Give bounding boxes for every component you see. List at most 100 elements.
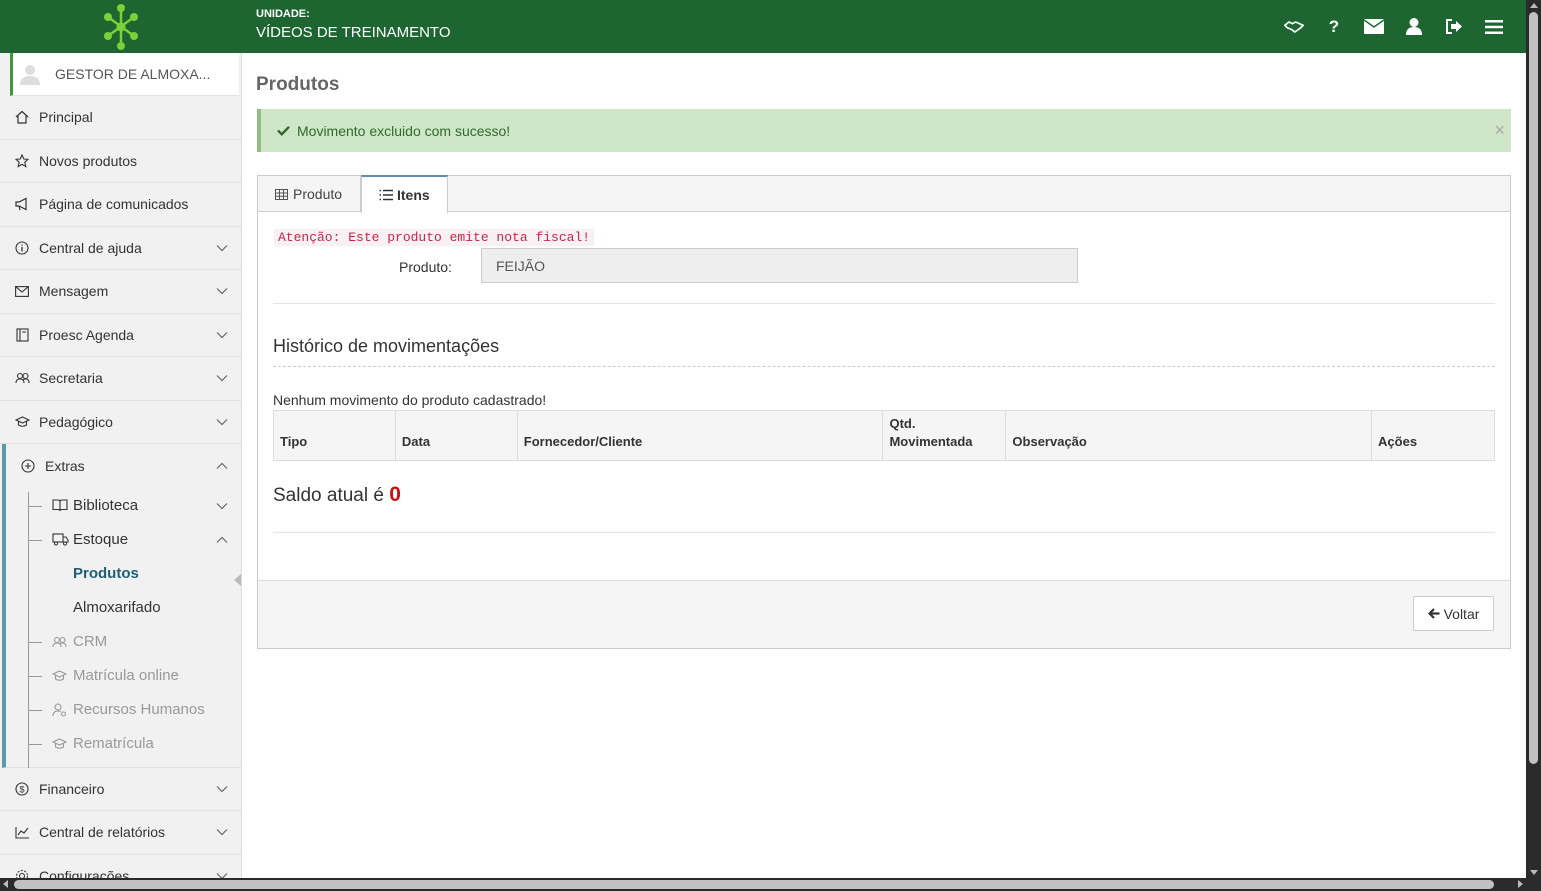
scroll-down-icon[interactable] xyxy=(1530,870,1538,875)
arrow-left-icon xyxy=(1427,608,1440,619)
table-icon xyxy=(275,188,289,200)
sidebar-item-central-ajuda[interactable]: Central de ajuda xyxy=(0,227,241,270)
tab-label: Itens xyxy=(397,187,430,203)
home-icon xyxy=(14,109,30,125)
vertical-scrollbar[interactable] xyxy=(1526,0,1541,878)
sidebar-item-pedagogico[interactable]: Pedagógico xyxy=(0,401,241,444)
sidebar-subitem-produtos[interactable]: Produtos xyxy=(6,557,241,591)
scroll-left-icon[interactable] xyxy=(3,880,8,888)
column-header[interactable]: Fornecedor/Cliente xyxy=(516,410,884,461)
product-panel: Produto Itens Atenção: Este produto emit… xyxy=(257,175,1511,649)
sidebar-item-label: Principal xyxy=(39,109,93,126)
tab-label: Produto xyxy=(293,186,343,202)
sidebar-item-novos-produtos[interactable]: Novos produtos xyxy=(0,140,241,183)
tab-produto[interactable]: Produto xyxy=(258,176,361,212)
scrollbar-thumb[interactable] xyxy=(1529,12,1538,764)
sidebar-subitem-rh[interactable]: Recursos Humanos xyxy=(6,693,241,727)
sidebar-item-label: Mensagem xyxy=(39,283,109,300)
alert-message: Movimento excluido com sucesso! xyxy=(297,122,511,139)
help-icon[interactable]: ? xyxy=(1324,17,1344,37)
sidebar-item-relatorios[interactable]: Central de relatórios xyxy=(0,811,241,855)
sidebar-item-label: Secretaria xyxy=(39,370,103,387)
logout-icon[interactable] xyxy=(1444,17,1464,37)
sidebar-item-comunicados[interactable]: Página de comunicados xyxy=(0,183,241,227)
voltar-button[interactable]: Voltar xyxy=(1413,596,1494,631)
scroll-right-icon[interactable] xyxy=(1518,880,1523,888)
sidebar-subitem-label: Matrícula online xyxy=(73,667,179,684)
column-header[interactable]: Data xyxy=(394,410,518,461)
main-content: Produtos Movimento excluido com sucesso!… xyxy=(242,53,1526,878)
sidebar-item-label: Financeiro xyxy=(39,780,105,797)
sidebar-item-mensagem[interactable]: Mensagem xyxy=(0,270,241,314)
chevron-down-icon xyxy=(216,502,228,509)
chevron-down-icon xyxy=(216,331,228,339)
tree-tick xyxy=(28,675,42,677)
tree-tick xyxy=(28,539,42,541)
column-header[interactable]: Observação xyxy=(1005,410,1373,461)
column-header[interactable]: Ações xyxy=(1371,410,1495,461)
sidebar-subitem-label: Rematrícula xyxy=(73,735,154,752)
plus-circle-icon xyxy=(20,458,36,474)
tree-tick xyxy=(28,709,42,711)
close-icon[interactable]: × xyxy=(1494,120,1505,141)
unit-info: UNIDADE: VÍDEOS DE TREINAMENTO xyxy=(256,8,450,41)
sidebar-subitem-rematricula[interactable]: Rematrícula xyxy=(6,727,241,761)
megaphone-icon xyxy=(14,196,30,212)
sidebar-item-label: Central de ajuda xyxy=(39,239,142,256)
chevron-down-icon xyxy=(216,288,228,295)
nota-fiscal-warning: Atenção: Este produto emite nota fiscal! xyxy=(274,229,595,246)
agenda-icon xyxy=(14,327,30,343)
sidebar-item-label: Novos produtos xyxy=(39,152,138,169)
scroll-up-icon[interactable] xyxy=(1530,3,1538,8)
person-gear-icon xyxy=(52,702,69,718)
sidebar-subitem-almoxarifado[interactable]: Almoxarifado xyxy=(6,591,241,625)
envelope-icon[interactable] xyxy=(1364,17,1384,37)
sidebar: GESTOR DE ALMOXA... Principal Novos prod… xyxy=(0,53,242,878)
sidebar-subitem-matricula[interactable]: Matrícula online xyxy=(6,659,241,693)
table-header-row: Tipo Data Fornecedor/Cliente Qtd. Movime… xyxy=(273,410,1495,461)
chevron-down-icon xyxy=(216,872,228,878)
user-profile[interactable]: GESTOR DE ALMOXA... xyxy=(10,53,239,96)
sidebar-subitem-estoque[interactable]: Estoque xyxy=(6,523,241,557)
sidebar-item-agenda[interactable]: Proesc Agenda xyxy=(0,314,241,357)
sidebar-subitem-crm[interactable]: CRM xyxy=(6,625,241,659)
sidebar-subitem-label: Estoque xyxy=(73,531,129,548)
sidebar-subitem-label: CRM xyxy=(73,633,108,650)
chart-icon xyxy=(14,824,30,840)
column-header[interactable]: Tipo xyxy=(273,410,396,461)
sidebar-item-secretaria[interactable]: Secretaria xyxy=(0,357,241,401)
sidebar-item-configuracoes[interactable]: Configurações xyxy=(0,855,241,878)
tab-itens[interactable]: Itens xyxy=(361,175,448,213)
svg-text:$: $ xyxy=(19,784,24,794)
chevron-up-icon xyxy=(216,536,228,543)
saldo-atual: Saldo atual é 0 xyxy=(273,483,401,507)
sidebar-item-financeiro[interactable]: $ Financeiro xyxy=(0,768,241,811)
extras-section: Extras Biblioteca Estoque Produtos Almox… xyxy=(2,444,241,768)
unit-value[interactable]: VÍDEOS DE TREINAMENTO xyxy=(256,24,450,41)
divider xyxy=(273,303,1495,304)
sidebar-item-extras[interactable]: Extras xyxy=(6,444,241,488)
page-title: Produtos xyxy=(256,74,340,95)
horizontal-scrollbar[interactable] xyxy=(0,878,1541,891)
scrollbar-thumb[interactable] xyxy=(14,880,1494,889)
handshake-icon[interactable] xyxy=(1284,17,1304,37)
truck-icon xyxy=(52,532,69,548)
top-icons: ? xyxy=(1284,0,1504,53)
logo[interactable] xyxy=(0,0,242,53)
divider xyxy=(273,366,1495,367)
chevron-down-icon xyxy=(216,375,228,382)
menu-icon[interactable] xyxy=(1484,17,1504,37)
chevron-down-icon xyxy=(216,244,228,252)
sidebar-item-principal[interactable]: Principal xyxy=(0,96,241,140)
sidebar-item-label: Central de relatórios xyxy=(39,824,166,841)
logo-icon xyxy=(104,3,138,50)
column-header[interactable]: Qtd. Movimentada xyxy=(882,410,1007,461)
tree-tick xyxy=(28,743,42,745)
produto-field[interactable]: FEIJÃO xyxy=(481,248,1078,283)
sidebar-item-label: Extras xyxy=(45,457,85,474)
info-icon xyxy=(14,240,30,256)
sidebar-collapse-arrow[interactable] xyxy=(234,574,241,586)
sidebar-subitem-biblioteca[interactable]: Biblioteca xyxy=(6,489,241,523)
user-icon[interactable] xyxy=(1404,17,1424,37)
gear-icon xyxy=(14,868,30,878)
